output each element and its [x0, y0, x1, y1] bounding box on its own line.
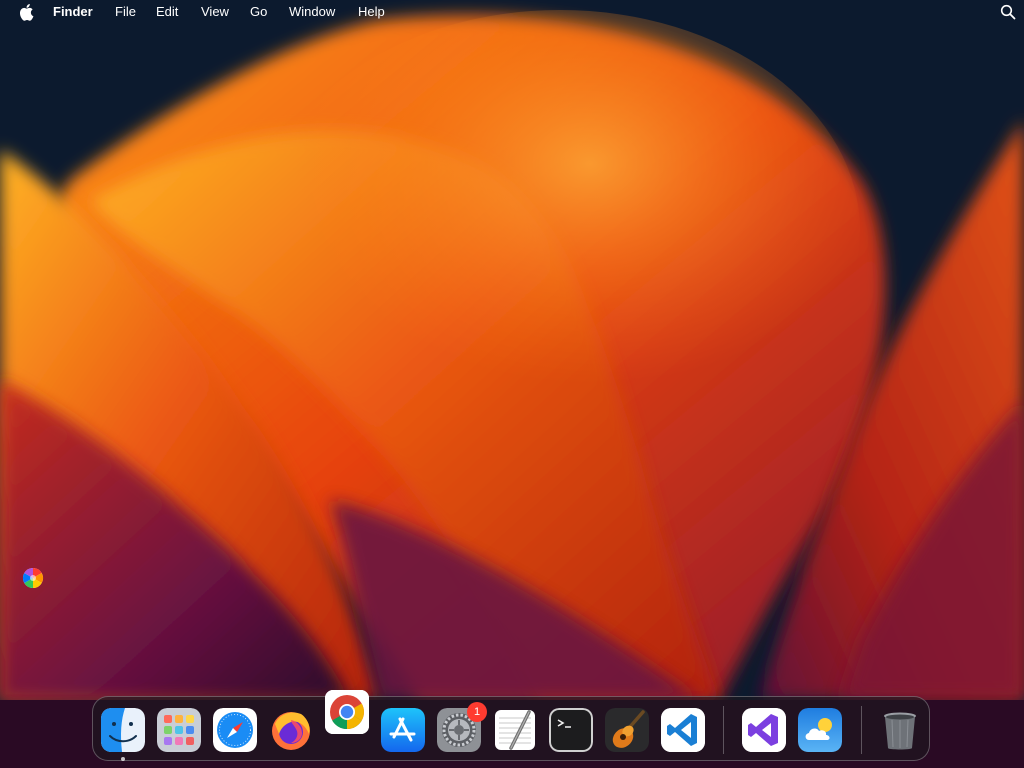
dock-terminal[interactable]	[549, 708, 593, 752]
trash-icon	[884, 712, 916, 750]
dock-safari[interactable]	[213, 708, 257, 752]
apple-logo-icon[interactable]	[18, 3, 34, 21]
safari-icon	[213, 708, 257, 752]
dock-launchpad[interactable]	[157, 708, 201, 752]
terminal-icon	[549, 708, 593, 752]
menu-app-finder[interactable]: Finder	[53, 4, 93, 20]
finder-icon	[101, 708, 145, 752]
dock-visual-studio[interactable]	[742, 708, 786, 752]
dock-divider	[861, 706, 862, 754]
dock-garageband[interactable]	[605, 708, 649, 752]
menu-edit[interactable]: Edit	[156, 4, 178, 20]
visual-studio-icon	[742, 708, 786, 752]
firefox-icon	[272, 712, 310, 750]
dock-firefox[interactable]	[269, 708, 313, 752]
weather-icon	[798, 708, 842, 752]
wallpaper	[0, 0, 1024, 768]
finder-running-indicator	[121, 757, 125, 761]
menu-view[interactable]: View	[201, 4, 229, 20]
vscode-icon	[661, 708, 705, 752]
textedit-icon	[495, 710, 535, 750]
garageband-icon	[605, 708, 649, 752]
dock-chrome[interactable]	[325, 690, 369, 734]
dock-finder[interactable]	[101, 708, 145, 752]
dock-app-store[interactable]	[381, 708, 425, 752]
dock-divider	[723, 706, 724, 754]
menu-go[interactable]: Go	[250, 4, 267, 20]
dock-trash[interactable]	[878, 708, 922, 752]
menu-help[interactable]: Help	[358, 4, 385, 20]
dock-textedit[interactable]	[493, 708, 537, 752]
launchpad-icon	[157, 708, 201, 752]
notification-badge: 1	[467, 702, 487, 722]
dock-weather[interactable]	[798, 708, 842, 752]
app-store-icon	[381, 708, 425, 752]
chrome-icon	[325, 690, 369, 734]
menu-window[interactable]: Window	[289, 4, 335, 20]
desktop: Finder File Edit View Go Window Help 1	[0, 0, 1024, 768]
color-wheel-icon[interactable]	[22, 567, 44, 589]
spotlight-search-icon[interactable]	[1000, 4, 1016, 20]
menu-bar: Finder File Edit View Go Window Help	[0, 0, 1024, 24]
menu-file[interactable]: File	[115, 4, 136, 20]
dock-vscode[interactable]	[661, 708, 705, 752]
